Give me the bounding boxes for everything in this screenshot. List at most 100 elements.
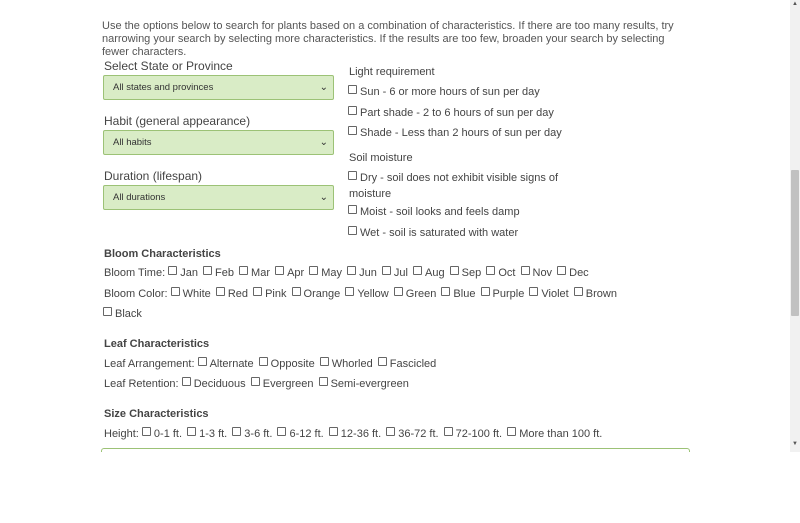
checkbox[interactable] <box>215 287 225 296</box>
checkbox[interactable] <box>275 266 285 275</box>
bloom-color-option[interactable]: Yellow <box>342 287 389 300</box>
bloom-color-option-label: Orange <box>303 288 341 300</box>
bloom-color-option[interactable]: Red <box>213 287 248 300</box>
leaf-retention-option[interactable]: Evergreen <box>248 377 314 390</box>
checkbox[interactable] <box>347 266 357 275</box>
height-option[interactable]: 6-12 ft. <box>274 427 324 440</box>
bloom-month-option[interactable]: Dec <box>554 266 589 279</box>
bloom-color-option[interactable]: Violet <box>526 287 569 300</box>
checkbox[interactable] <box>443 427 453 436</box>
checkbox[interactable] <box>348 85 357 94</box>
state-select[interactable]: All states and provinces ⌄ <box>103 75 334 100</box>
height-option[interactable]: 36-72 ft. <box>383 427 439 440</box>
height-option[interactable]: 72-100 ft. <box>441 427 502 440</box>
checkbox[interactable] <box>232 427 242 436</box>
bloom-month-option[interactable]: Feb <box>200 266 234 279</box>
scrollbar-thumb[interactable] <box>791 170 799 316</box>
checkbox[interactable] <box>348 205 357 214</box>
bloom-color-option[interactable]: Green <box>391 287 436 300</box>
checkbox[interactable] <box>573 287 583 296</box>
scroll-up-icon[interactable]: ▲ <box>791 1 799 7</box>
bloom-month-option-label: Sep <box>461 267 482 279</box>
checkbox[interactable] <box>377 357 387 366</box>
checkbox[interactable] <box>348 106 357 115</box>
leaf-arrangement-option[interactable]: Fascicled <box>375 357 436 370</box>
checkbox[interactable] <box>170 287 180 296</box>
leaf-arrangement-option[interactable]: Opposite <box>256 357 315 370</box>
height-option[interactable]: 3-6 ft. <box>229 427 273 440</box>
scroll-down-icon[interactable]: ▼ <box>791 441 799 447</box>
height-option[interactable]: 12-36 ft. <box>326 427 381 440</box>
leaf-arrangement-option[interactable]: Whorled <box>317 357 373 370</box>
soil-option-wet[interactable]: Wet - soil is saturated with water <box>348 226 518 239</box>
checkbox[interactable] <box>168 266 178 275</box>
checkbox[interactable] <box>328 427 338 436</box>
checkbox[interactable] <box>348 171 357 180</box>
checkbox[interactable] <box>309 266 319 275</box>
bloom-month-option[interactable]: Jan <box>168 266 198 279</box>
bloom-month-option[interactable]: Mar <box>236 266 270 279</box>
bloom-month-option[interactable]: Sep <box>447 266 482 279</box>
bloom-month-option[interactable]: Jun <box>344 266 377 279</box>
checkbox[interactable] <box>319 357 329 366</box>
bloom-color-option[interactable]: Purple <box>477 287 524 300</box>
bloom-month-option[interactable]: Aug <box>410 266 445 279</box>
bloom-month-option[interactable]: Jul <box>379 266 408 279</box>
checkbox[interactable] <box>520 266 530 275</box>
soil-option-moist[interactable]: Moist - soil looks and feels damp <box>348 205 520 218</box>
checkbox[interactable] <box>197 357 207 366</box>
checkbox[interactable] <box>258 357 268 366</box>
leaf-arrangement-option[interactable]: Alternate <box>197 357 254 370</box>
height-option-label: 3-6 ft. <box>244 428 273 440</box>
checkbox[interactable] <box>413 266 423 275</box>
leaf-retention-option[interactable]: Semi-evergreen <box>316 377 409 390</box>
duration-select[interactable]: All durations ⌄ <box>103 185 334 210</box>
checkbox[interactable] <box>181 377 191 386</box>
checkbox[interactable] <box>480 287 490 296</box>
checkbox[interactable] <box>291 287 301 296</box>
checkbox[interactable] <box>393 287 403 296</box>
checkbox[interactable] <box>486 266 496 275</box>
leaf-retention-option[interactable]: Deciduous <box>181 377 246 390</box>
bloom-month-option-label: Jan <box>180 267 198 279</box>
bloom-heading: Bloom Characteristics <box>104 248 221 260</box>
checkbox[interactable] <box>250 377 260 386</box>
checkbox[interactable] <box>441 287 451 296</box>
height-option[interactable]: 1-3 ft. <box>184 427 227 440</box>
bloom-month-option[interactable]: Oct <box>483 266 515 279</box>
checkbox[interactable] <box>141 427 151 436</box>
checkbox[interactable] <box>386 427 396 436</box>
checkbox[interactable] <box>348 226 357 235</box>
checkbox[interactable] <box>507 427 517 436</box>
checkbox[interactable] <box>277 427 287 436</box>
checkbox[interactable] <box>381 266 391 275</box>
checkbox[interactable] <box>529 287 539 296</box>
checkbox[interactable] <box>239 266 249 275</box>
light-option-shade[interactable]: Shade - Less than 2 hours of sun per day <box>348 126 562 139</box>
bloom-color-option-label: Pink <box>265 288 287 300</box>
bloom-color-option[interactable]: White <box>170 287 211 300</box>
bloom-color-option[interactable]: Orange <box>288 287 341 300</box>
habit-select[interactable]: All habits ⌄ <box>103 130 334 155</box>
checkbox[interactable] <box>345 287 355 296</box>
light-option-sun[interactable]: Sun - 6 or more hours of sun per day <box>348 85 540 98</box>
bloom-month-option[interactable]: Nov <box>517 266 552 279</box>
checkbox[interactable] <box>348 126 357 135</box>
checkbox[interactable] <box>253 287 263 296</box>
light-option-part-shade[interactable]: Part shade - 2 to 6 hours of sun per day <box>348 106 554 119</box>
checkbox[interactable] <box>187 427 197 436</box>
checkbox[interactable] <box>103 307 112 316</box>
bloom-month-option[interactable]: Apr <box>272 266 304 279</box>
checkbox[interactable] <box>449 266 459 275</box>
checkbox[interactable] <box>203 266 213 275</box>
bloom-color-option[interactable]: Blue <box>438 287 475 300</box>
bloom-month-option[interactable]: May <box>306 266 342 279</box>
height-option[interactable]: More than 100 ft. <box>504 427 602 440</box>
checkbox[interactable] <box>557 266 567 275</box>
bloom-color-option[interactable]: Pink <box>250 287 287 300</box>
bloom-color-option[interactable]: Brown <box>571 287 617 300</box>
checkbox[interactable] <box>318 377 328 386</box>
height-option[interactable]: 0-1 ft. <box>141 427 182 440</box>
bloom-color-option[interactable]: Black <box>103 307 142 320</box>
soil-option-dry[interactable]: Dry - soil does not exhibit visible sign… <box>348 171 558 184</box>
